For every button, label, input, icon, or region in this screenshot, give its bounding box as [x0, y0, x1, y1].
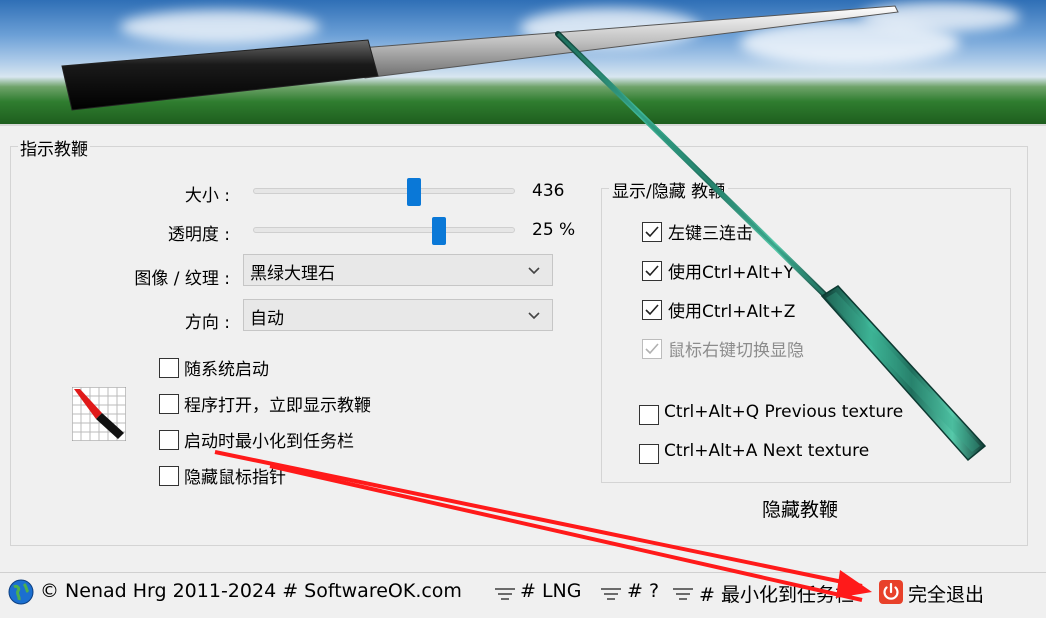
group-title: 指示教鞭 [18, 135, 90, 160]
show-on-open-label[interactable]: 程序打开，立即显示教鞭 [184, 391, 371, 416]
checkmark-icon [645, 304, 659, 316]
start-minimized-checkbox[interactable] [159, 430, 179, 450]
direction-selected-value: 自动 [250, 309, 284, 329]
globe-icon[interactable] [8, 579, 34, 605]
autostart-label[interactable]: 随系统启动 [184, 355, 269, 380]
size-value: 436 [532, 181, 565, 201]
checkmark-icon [645, 343, 659, 355]
ctrl-alt-y-label[interactable]: 使用Ctrl+Alt+Y [668, 258, 794, 283]
copyright-link[interactable]: © Nenad Hrg 2011-2024 # SoftwareOK.com [40, 580, 462, 602]
next-texture-checkbox[interactable] [639, 444, 659, 464]
hide-cursor-checkbox[interactable] [159, 466, 179, 486]
next-texture-label[interactable]: Ctrl+Alt+A Next texture [664, 441, 869, 461]
start-minimized-label[interactable]: 启动时最小化到任务栏 [184, 427, 354, 452]
hide-cursor-label[interactable]: 隐藏鼠标指针 [184, 463, 286, 488]
app-logo-icon [72, 387, 126, 441]
direction-select[interactable]: 自动 [243, 299, 553, 331]
opacity-value: 25 % [532, 220, 576, 240]
texture-select[interactable]: 黑绿大理石 [243, 254, 553, 286]
prev-texture-checkbox[interactable] [639, 405, 659, 425]
power-icon[interactable] [879, 580, 903, 604]
help-menu[interactable]: # ? [627, 580, 659, 602]
banner-separator [0, 124, 1046, 126]
texture-selected-value: 黑绿大理石 [250, 264, 335, 284]
triple-click-checkbox[interactable] [642, 222, 662, 242]
triple-click-label[interactable]: 左键三连击 [668, 219, 753, 244]
checkmark-icon [645, 265, 659, 277]
opacity-slider[interactable] [253, 227, 515, 233]
chevron-down-icon [528, 312, 540, 320]
menu-lines-icon [673, 588, 693, 600]
menu-lines-icon [495, 588, 515, 600]
chevron-down-icon [528, 267, 540, 275]
show-on-open-checkbox[interactable] [159, 394, 179, 414]
hide-pointer-button[interactable]: 隐藏教鞭 [740, 495, 860, 525]
autostart-checkbox[interactable] [159, 358, 179, 378]
size-slider-thumb[interactable] [406, 178, 421, 206]
ctrl-alt-z-label[interactable]: 使用Ctrl+Alt+Z [668, 297, 795, 322]
checkmark-icon [645, 226, 659, 238]
ctrl-alt-z-checkbox[interactable] [642, 300, 662, 320]
texture-label: 图像 / 纹理 : [134, 269, 230, 289]
pointer-stick-image [61, 5, 899, 111]
right-click-toggle-checkbox [642, 339, 662, 359]
show-hide-group-title: 显示/隐藏 教鞭 [609, 177, 729, 202]
language-menu[interactable]: # LNG [520, 580, 581, 602]
menu-lines-icon [601, 588, 621, 600]
prev-texture-label[interactable]: Ctrl+Alt+Q Previous texture [664, 402, 903, 422]
size-slider[interactable] [253, 188, 515, 194]
opacity-label: 透明度 : [167, 225, 230, 245]
minimize-to-tray-menu[interactable]: # 最小化到任务栏 [699, 580, 854, 607]
exit-button[interactable]: 完全退出 [908, 580, 984, 607]
size-label: 大小 : [184, 186, 230, 206]
direction-label: 方向 : [184, 313, 230, 333]
ctrl-alt-y-checkbox[interactable] [642, 261, 662, 281]
opacity-slider-thumb[interactable] [431, 217, 446, 245]
right-click-toggle-label: 鼠标右键切换显隐 [668, 341, 804, 361]
show-hide-group [601, 188, 1011, 483]
